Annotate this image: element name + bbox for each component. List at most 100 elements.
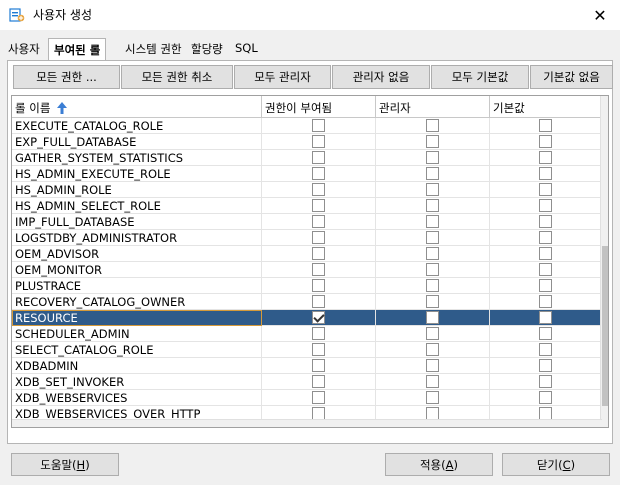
granted-checkbox[interactable] <box>312 215 325 228</box>
granted-checkbox[interactable] <box>312 359 325 372</box>
close-icon[interactable]: ✕ <box>580 0 620 30</box>
admin-checkbox[interactable] <box>426 279 439 292</box>
default-checkbox[interactable] <box>539 183 552 196</box>
table-row[interactable]: EXECUTE_CATALOG_ROLE <box>12 118 602 134</box>
title-bar: 사용자 생성 ✕ <box>0 0 620 30</box>
admin-checkbox[interactable] <box>426 375 439 388</box>
default-checkbox[interactable] <box>539 327 552 340</box>
admin-checkbox[interactable] <box>426 183 439 196</box>
granted-checkbox[interactable] <box>312 295 325 308</box>
tab-system-privileges[interactable]: 시스템 권한 <box>125 41 182 60</box>
default-checkbox[interactable] <box>539 279 552 292</box>
all-default-button[interactable]: 모두 기본값 <box>431 65 529 89</box>
table-row[interactable]: OEM_MONITOR <box>12 262 602 278</box>
default-checkbox[interactable] <box>539 359 552 372</box>
granted-checkbox[interactable] <box>312 279 325 292</box>
default-checkbox[interactable] <box>539 151 552 164</box>
column-granted[interactable]: 권한이 부여됨 <box>262 96 376 118</box>
column-role-name[interactable]: 롤 이름 <box>12 96 262 118</box>
help-button[interactable]: 도움말(H) <box>11 453 119 476</box>
default-checkbox[interactable] <box>539 311 552 324</box>
roles-table: 롤 이름 권한이 부여됨 관리자 기본값 EXECUTE_CATALOG_ROL… <box>11 95 609 428</box>
granted-checkbox[interactable] <box>312 167 325 180</box>
role-name-cell: XDB_WEBSERVICES <box>12 390 262 406</box>
admin-checkbox[interactable] <box>426 343 439 356</box>
admin-checkbox[interactable] <box>426 247 439 260</box>
apply-button[interactable]: 적용(A) <box>385 453 493 476</box>
table-row[interactable]: HS_ADMIN_EXECUTE_ROLE <box>12 166 602 182</box>
default-checkbox[interactable] <box>539 343 552 356</box>
default-checkbox[interactable] <box>539 247 552 260</box>
admin-checkbox[interactable] <box>426 263 439 276</box>
table-row[interactable]: IMP_FULL_DATABASE <box>12 214 602 230</box>
admin-checkbox[interactable] <box>426 231 439 244</box>
close-button[interactable]: 닫기(C) <box>502 453 610 476</box>
granted-checkbox[interactable] <box>312 119 325 132</box>
granted-checkbox[interactable] <box>312 231 325 244</box>
admin-checkbox[interactable] <box>426 199 439 212</box>
all-admin-button[interactable]: 모두 관리자 <box>234 65 331 89</box>
default-checkbox[interactable] <box>539 119 552 132</box>
default-checkbox[interactable] <box>539 135 552 148</box>
admin-checkbox[interactable] <box>426 215 439 228</box>
admin-checkbox[interactable] <box>426 135 439 148</box>
admin-checkbox[interactable] <box>426 167 439 180</box>
table-row[interactable]: PLUSTRACE <box>12 278 602 294</box>
granted-checkbox[interactable] <box>312 199 325 212</box>
granted-checkbox[interactable] <box>312 135 325 148</box>
no-default-button[interactable]: 기본값 없음 <box>530 65 613 89</box>
default-checkbox[interactable] <box>539 231 552 244</box>
table-header: 롤 이름 권한이 부여됨 관리자 기본값 <box>12 96 602 118</box>
admin-checkbox[interactable] <box>426 359 439 372</box>
admin-checkbox[interactable] <box>426 391 439 404</box>
table-row[interactable]: EXP_FULL_DATABASE <box>12 134 602 150</box>
default-checkbox[interactable] <box>539 391 552 404</box>
granted-checkbox[interactable] <box>312 343 325 356</box>
granted-checkbox[interactable] <box>312 375 325 388</box>
revoke-all-button[interactable]: 모든 권한 취소 <box>121 65 233 89</box>
role-name-cell: RECOVERY_CATALOG_OWNER <box>12 294 262 310</box>
grant-all-button[interactable]: 모든 권한 ... <box>13 65 120 89</box>
granted-checkbox[interactable] <box>312 183 325 196</box>
admin-checkbox[interactable] <box>426 295 439 308</box>
vertical-scrollbar-thumb[interactable] <box>602 246 608 406</box>
default-checkbox[interactable] <box>539 167 552 180</box>
tab-quota[interactable]: 할당량 <box>191 41 223 60</box>
table-row[interactable]: HS_ADMIN_SELECT_ROLE <box>12 198 602 214</box>
table-row[interactable]: LOGSTDBY_ADMINISTRATOR <box>12 230 602 246</box>
tab-user[interactable]: 사용자 <box>8 41 40 60</box>
admin-checkbox[interactable] <box>426 311 439 324</box>
vertical-scrollbar[interactable] <box>600 96 608 427</box>
no-admin-button[interactable]: 관리자 없음 <box>332 65 430 89</box>
table-row[interactable]: GATHER_SYSTEM_STATISTICS <box>12 150 602 166</box>
admin-checkbox[interactable] <box>426 151 439 164</box>
default-checkbox[interactable] <box>539 263 552 276</box>
table-row[interactable]: OEM_ADVISOR <box>12 246 602 262</box>
column-default[interactable]: 기본값 <box>490 96 602 118</box>
tab-sql[interactable]: SQL <box>235 41 258 60</box>
granted-checkbox[interactable] <box>312 391 325 404</box>
tab-granted-roles[interactable]: 부여된 롤 <box>48 38 107 60</box>
table-row[interactable]: HS_ADMIN_ROLE <box>12 182 602 198</box>
granted-checkbox[interactable] <box>312 247 325 260</box>
granted-checkbox[interactable] <box>312 263 325 276</box>
default-checkbox[interactable] <box>539 199 552 212</box>
default-checkbox[interactable] <box>539 295 552 308</box>
table-row[interactable]: SCHEDULER_ADMIN <box>12 326 602 342</box>
granted-checkbox[interactable] <box>312 311 325 324</box>
table-body: EXECUTE_CATALOG_ROLE EXP_FULL_DATABASE GAT… <box>12 118 602 427</box>
default-checkbox[interactable] <box>539 375 552 388</box>
admin-checkbox[interactable] <box>426 327 439 340</box>
granted-checkbox[interactable] <box>312 327 325 340</box>
admin-checkbox[interactable] <box>426 119 439 132</box>
default-checkbox[interactable] <box>539 215 552 228</box>
table-row[interactable]: XDB_SET_INVOKER <box>12 374 602 390</box>
column-admin[interactable]: 관리자 <box>376 96 490 118</box>
table-row[interactable]: RECOVERY_CATALOG_OWNER <box>12 294 602 310</box>
table-row[interactable]: XDBADMIN <box>12 358 602 374</box>
table-row[interactable]: XDB_WEBSERVICES <box>12 390 602 406</box>
granted-checkbox[interactable] <box>312 151 325 164</box>
table-row[interactable]: SELECT_CATALOG_ROLE <box>12 342 602 358</box>
table-row[interactable]: RESOURCE <box>12 310 602 326</box>
horizontal-scrollbar[interactable] <box>12 419 602 427</box>
